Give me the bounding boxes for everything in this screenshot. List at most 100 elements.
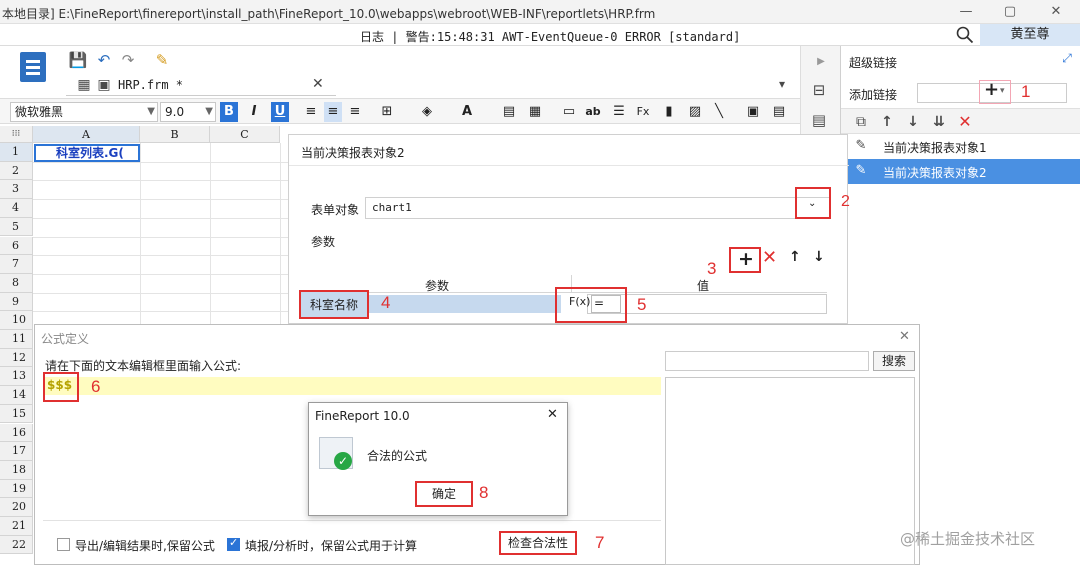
maximize-button[interactable]: ▢: [996, 2, 1024, 22]
row-header[interactable]: 9: [0, 292, 33, 312]
add-link-button[interactable]: + ▾: [979, 79, 1011, 104]
font-color-icon[interactable]: A: [458, 102, 476, 122]
chevron-right-icon[interactable]: ▶: [811, 52, 831, 72]
format-painter-icon[interactable]: ✎: [152, 50, 172, 70]
border-icon[interactable]: ⊞: [378, 102, 396, 122]
close-icon[interactable]: ✕: [899, 329, 910, 344]
row-header[interactable]: 14: [0, 386, 33, 405]
alert-close-icon[interactable]: ✕: [547, 407, 558, 422]
image-icon[interactable]: ▨: [686, 102, 704, 122]
step-8-label: 8: [479, 483, 489, 502]
row-header[interactable]: 7: [0, 255, 33, 274]
tab-hrp[interactable]: ▦ ▣ HRP.frm * ✕: [66, 74, 336, 96]
cell-a1[interactable]: 科室列表.G(: [34, 144, 140, 162]
fill-color-icon[interactable]: ◈: [418, 102, 436, 122]
expand-icon[interactable]: ⤢: [1057, 48, 1077, 68]
formula-text[interactable]: $$$: [43, 372, 79, 402]
arrow-up-icon[interactable]: ↑: [789, 249, 801, 265]
arrow-down-icon[interactable]: ↓: [813, 249, 825, 265]
font-family-select[interactable]: 微软雅黑 ▼: [10, 102, 158, 122]
subreport-icon[interactable]: ▣: [744, 102, 762, 122]
layout-icon[interactable]: ▤: [809, 110, 829, 130]
panel-title: 超级链接: [849, 56, 898, 70]
link-toolbar: ⧉ ↑ ↓ ⇊ ✕: [841, 108, 1080, 134]
template-icon[interactable]: [20, 52, 46, 82]
column-header-b[interactable]: B: [140, 126, 210, 143]
copy-icon[interactable]: ⧉: [851, 112, 871, 132]
move-bottom-icon[interactable]: ⇊: [929, 112, 949, 132]
row-header[interactable]: 3: [0, 180, 33, 200]
rich-text-icon[interactable]: ☰: [610, 102, 628, 122]
row-header[interactable]: 5: [0, 217, 33, 237]
formula-button[interactable]: F(x): [569, 295, 590, 308]
check-icon: ✓: [334, 452, 352, 470]
row-header[interactable]: 21: [0, 517, 33, 536]
underline-button[interactable]: U: [271, 102, 289, 122]
slash-icon[interactable]: ╲: [710, 102, 728, 122]
column-header-c[interactable]: C: [210, 126, 280, 143]
ok-button[interactable]: 确定: [415, 481, 473, 507]
param-value-editor[interactable]: F(x) =: [555, 287, 627, 323]
widget-icon[interactable]: ⊟: [809, 80, 829, 100]
chart-icon[interactable]: ▮: [660, 102, 678, 122]
delete-icon[interactable]: ✕: [955, 112, 975, 132]
column-header-a[interactable]: A: [33, 126, 140, 143]
keep-formula-export-checkbox[interactable]: [57, 538, 70, 551]
function-search-input[interactable]: [665, 351, 869, 371]
row-header[interactable]: 17: [0, 442, 33, 461]
row-header[interactable]: 4: [0, 199, 33, 218]
row-header[interactable]: 13: [0, 367, 33, 387]
tab-close-icon[interactable]: ✕: [312, 76, 324, 92]
keep-formula-fill-label: 填报/分析时，保留公式用于计算: [245, 539, 418, 553]
save-icon[interactable]: 💾: [68, 50, 88, 70]
validate-button[interactable]: 检查合法性: [499, 531, 577, 555]
text-icon[interactable]: ab: [584, 102, 602, 122]
row-header[interactable]: 18: [0, 460, 33, 480]
align-left-icon[interactable]: ≡: [302, 102, 320, 122]
row-header[interactable]: 6: [0, 236, 33, 256]
row-header[interactable]: 22: [0, 535, 33, 555]
add-param-button[interactable]: +: [729, 247, 761, 273]
minimize-button[interactable]: —: [952, 2, 980, 22]
row-header[interactable]: 11: [0, 330, 33, 349]
arrow-down-icon[interactable]: ↓: [903, 112, 923, 132]
merge-icon[interactable]: ▤: [500, 102, 518, 122]
keep-formula-fill-checkbox[interactable]: [227, 536, 240, 551]
close-window-button[interactable]: ✕: [1042, 2, 1070, 22]
form-object-select[interactable]: chart1: [365, 197, 831, 219]
row-header[interactable]: 10: [0, 311, 33, 330]
insert-cell-icon[interactable]: ▭: [560, 102, 578, 122]
unmerge-icon[interactable]: ▦: [526, 102, 544, 122]
watermark: @稀土掘金技术社区: [900, 530, 1036, 548]
italic-button[interactable]: I: [245, 102, 263, 122]
undo-icon[interactable]: ↶: [94, 50, 114, 70]
font-size-select[interactable]: 9.0 ▼: [160, 102, 216, 122]
row-header[interactable]: 12: [0, 348, 33, 368]
search-icon[interactable]: [956, 26, 974, 44]
link-item-selected[interactable]: ✎ 当前决策报表对象2: [841, 159, 1080, 184]
arrow-up-icon[interactable]: ↑: [877, 112, 897, 132]
param-value-input[interactable]: =: [591, 295, 621, 313]
formula-icon[interactable]: Fx: [634, 102, 652, 122]
delete-param-icon[interactable]: ✕: [762, 247, 777, 268]
row-header[interactable]: 2: [0, 161, 33, 181]
row-header[interactable]: 20: [0, 498, 33, 517]
row-header[interactable]: 8: [0, 273, 33, 293]
bold-button[interactable]: B: [220, 102, 238, 122]
align-right-icon[interactable]: ≡: [346, 102, 364, 122]
align-center-icon[interactable]: ≡: [324, 102, 342, 122]
function-list[interactable]: [665, 377, 915, 565]
alert-title: FineReport 10.0: [315, 409, 410, 423]
param-name-cell[interactable]: 科室名称: [299, 290, 369, 319]
table-icon[interactable]: ▤: [770, 102, 788, 122]
redo-icon[interactable]: ↷: [118, 50, 138, 70]
row-header[interactable]: 15: [0, 404, 33, 424]
row-header[interactable]: 1: [0, 143, 33, 162]
link-item[interactable]: ✎ 当前决策报表对象1: [841, 134, 1080, 159]
form-object-dropdown[interactable]: ⌄: [795, 187, 831, 219]
row-header[interactable]: 19: [0, 479, 33, 499]
row-header[interactable]: 16: [0, 423, 33, 443]
format-icon[interactable]: ▾: [772, 74, 792, 94]
search-button[interactable]: 搜索: [873, 351, 915, 371]
user-button[interactable]: 黄至尊: [980, 24, 1080, 46]
